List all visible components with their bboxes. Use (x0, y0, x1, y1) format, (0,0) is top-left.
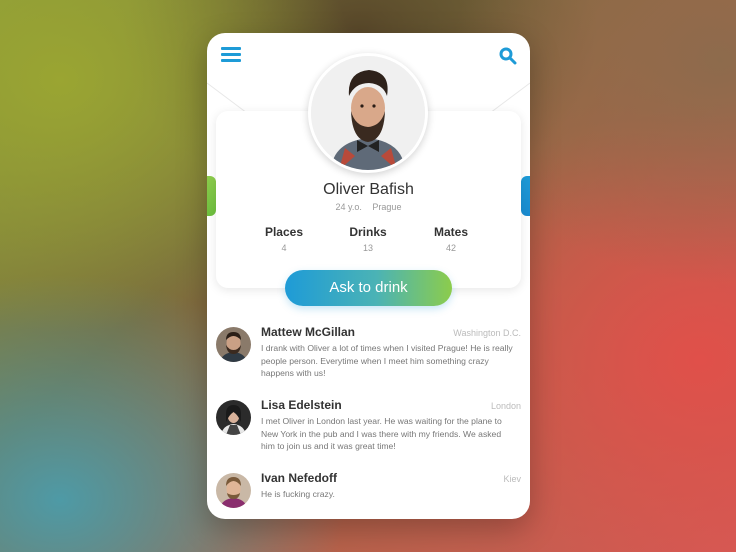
reviewer-name: Mattew McGillan (261, 325, 356, 339)
review-text: He is fucking crazy. (261, 489, 335, 499)
stat-drinks[interactable]: Drinks 13 (328, 225, 408, 253)
stat-mates[interactable]: Mates 42 (411, 225, 491, 253)
review-text: I drank with Oliver a lot of times when … (261, 343, 513, 378)
stat-label: Mates (433, 225, 468, 239)
ask-to-drink-button[interactable]: Ask to drink (285, 270, 452, 306)
reviewer-avatar (216, 473, 251, 508)
profile-meta: 24 y.o. Prague (207, 202, 530, 212)
stat-value: 13 (362, 243, 373, 253)
hamburger-menu-icon[interactable] (221, 47, 241, 63)
search-icon[interactable] (499, 47, 517, 65)
reviewer-name: Ivan Nefedoff (261, 471, 338, 485)
stat-label: Places (264, 225, 304, 239)
stat-value: 42 (445, 243, 456, 253)
reviewer-avatar (216, 327, 251, 362)
bearded-man-portrait (311, 56, 425, 170)
reviewer-name: Lisa Edelstein (261, 398, 342, 412)
profile-age: 24 y.o. (335, 202, 362, 212)
review-text: I met Oliver in London last year. He was… (261, 416, 502, 451)
reviewer-city: Washington D.C. (453, 328, 521, 338)
stat-places[interactable]: Places 4 (244, 225, 324, 253)
profile-card: Oliver Bafish 24 y.o. Prague Places 4 Dr… (207, 33, 530, 519)
profile-avatar (308, 53, 428, 173)
reviewer-avatar (216, 400, 251, 435)
reviewer-city: London (490, 401, 521, 411)
profile-city: Prague (372, 202, 402, 212)
profile-name: Oliver Bafish (323, 181, 414, 198)
stat-label: Drinks (349, 225, 387, 239)
stat-value: 4 (281, 243, 287, 253)
reviewer-city: Kiev (503, 474, 521, 484)
